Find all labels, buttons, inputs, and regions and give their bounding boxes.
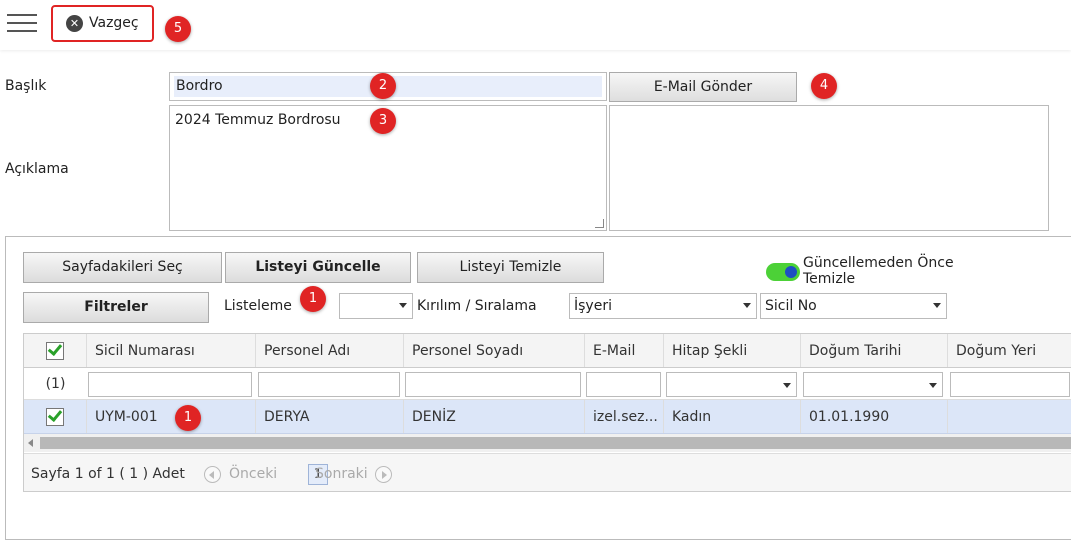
scrollbar-thumb[interactable] xyxy=(40,437,1071,449)
sort-select-value: Sicil No xyxy=(765,298,817,314)
cell-birthplace xyxy=(948,400,1071,433)
toggle-knob xyxy=(785,266,797,278)
cell-surname: DENİZ xyxy=(404,400,585,433)
filter-input-name[interactable] xyxy=(258,372,400,397)
resize-handle-icon[interactable] xyxy=(595,219,604,228)
cell-email: izel.sez... xyxy=(585,400,664,433)
filter-input-birthplace[interactable] xyxy=(950,372,1070,397)
cancel-button[interactable]: ✕ Vazgeç xyxy=(56,10,148,36)
annotation-badge-3: 3 xyxy=(370,108,396,134)
top-bar: ✕ Vazgeç 5 xyxy=(0,0,1071,50)
column-header[interactable]: Doğum Yeri xyxy=(948,334,1071,367)
checkbox-icon[interactable] xyxy=(46,340,64,360)
filter-input-sicil[interactable] xyxy=(88,372,252,397)
next-page-icon[interactable] xyxy=(375,466,392,483)
filters-button[interactable]: Filtreler xyxy=(23,292,209,323)
annotation-badge-4: 4 xyxy=(811,73,837,99)
pager-summary: Sayfa 1 of 1 ( 1 ) Adet xyxy=(31,466,185,482)
column-header[interactable]: Doğum Tarihi xyxy=(801,334,948,367)
annotation-badge-row: 1 xyxy=(175,405,201,431)
chevron-down-icon xyxy=(399,303,407,308)
filter-input-email[interactable] xyxy=(586,372,661,397)
checkbox-icon[interactable] xyxy=(46,406,64,426)
description-value: 2024 Temmuz Bordrosu xyxy=(175,112,341,128)
column-header[interactable]: E-Mail xyxy=(585,334,664,367)
column-header[interactable]: Hitap Şekli xyxy=(664,334,801,367)
horizontal-scrollbar[interactable] xyxy=(24,434,1071,452)
sort-select[interactable]: Sicil No xyxy=(760,293,947,319)
row-count: (1) xyxy=(45,375,66,392)
listing-label: Listeleme xyxy=(224,298,292,314)
row-select[interactable] xyxy=(24,400,87,433)
close-icon: ✕ xyxy=(66,14,83,32)
annotation-badge-1: 1 xyxy=(300,286,326,312)
filter-select-title[interactable] xyxy=(666,372,797,397)
refresh-list-button[interactable]: Listeyi Güncelle xyxy=(225,252,411,283)
cell-birthdate: 01.01.1990 xyxy=(801,400,948,433)
clear-list-button[interactable]: Listeyi Temizle xyxy=(417,252,604,283)
chevron-down-icon xyxy=(929,383,937,388)
cell-name: DERYA xyxy=(256,400,404,433)
breakdown-label: Kırılım / Sıralama xyxy=(417,298,537,314)
chevron-down-icon xyxy=(743,303,751,308)
toggle-label: Güncellemeden Önce Temizle xyxy=(803,255,954,287)
header-select-all[interactable] xyxy=(24,334,87,367)
pager: Sayfa 1 of 1 ( 1 ) Adet Önceki 1 Sonraki xyxy=(24,453,1071,491)
grid-header: Sicil Numarası Personel Adı Personel Soy… xyxy=(24,334,1071,368)
send-email-button[interactable]: E-Mail Gönder xyxy=(609,72,797,102)
breakdown-select-value: İşyeri xyxy=(574,298,612,314)
clear-before-update-toggle[interactable] xyxy=(766,263,800,281)
annotation-badge-2: 2 xyxy=(370,73,396,99)
cell-title: Kadın xyxy=(664,400,801,433)
chevron-down-icon xyxy=(933,303,941,308)
filter-input-surname[interactable] xyxy=(405,372,581,397)
scroll-left-icon[interactable] xyxy=(28,439,33,447)
filter-row: (1) xyxy=(24,368,1071,400)
column-header[interactable]: Sicil Numarası xyxy=(87,334,256,367)
column-header[interactable]: Personel Adı xyxy=(256,334,404,367)
previous-page-icon[interactable] xyxy=(204,466,221,483)
column-header[interactable]: Personel Soyadı xyxy=(404,334,585,367)
next-page-link[interactable]: Sonraki xyxy=(315,466,368,482)
annotation-badge-5: 5 xyxy=(165,16,191,42)
cancel-label: Vazgeç xyxy=(89,15,139,31)
email-preview-area xyxy=(609,105,1049,231)
select-page-button[interactable]: Sayfadakileri Seç xyxy=(23,252,222,283)
description-label: Açıklama xyxy=(5,161,69,177)
chevron-down-icon xyxy=(783,383,791,388)
menu-icon[interactable] xyxy=(7,14,37,34)
filter-select-birthdate[interactable] xyxy=(803,372,943,397)
breakdown-select[interactable]: İşyeri xyxy=(569,293,757,319)
listing-select[interactable] xyxy=(339,293,413,319)
previous-page-link[interactable]: Önceki xyxy=(229,466,277,482)
cell-sicil: UYM-001 xyxy=(87,400,256,433)
title-label: Başlık xyxy=(5,78,47,94)
